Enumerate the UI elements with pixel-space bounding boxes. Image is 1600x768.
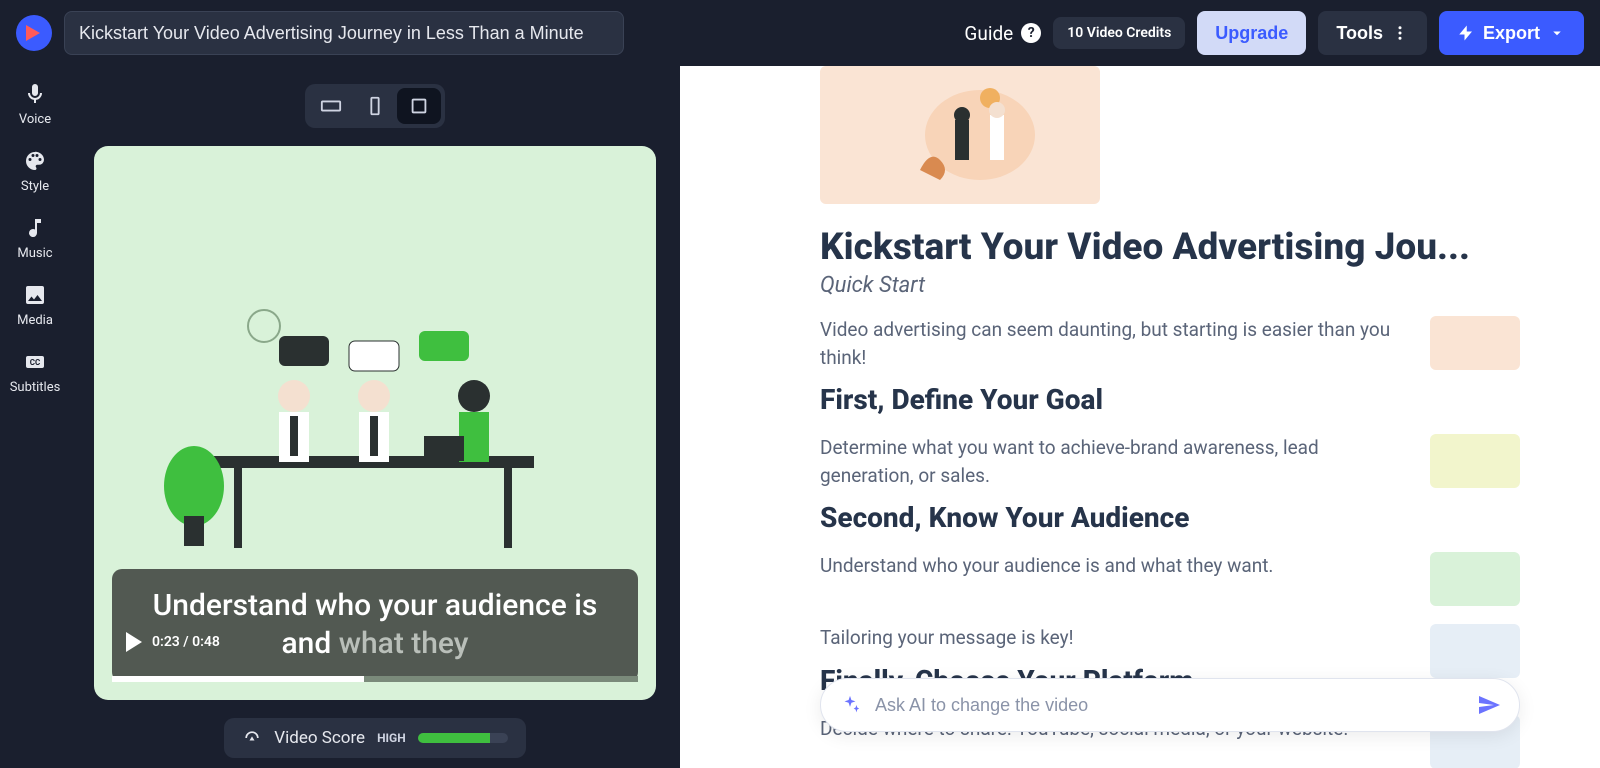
sidebar-item-label: Style [21, 179, 49, 194]
sidebar-item-label: Media [17, 313, 53, 328]
bolt-icon [1457, 24, 1475, 42]
aspect-ratio-toggle [305, 84, 445, 128]
credits-chip[interactable]: 10 Video Credits [1053, 17, 1185, 49]
preview-illustration [144, 286, 604, 586]
section-body: Video advertising can seem daunting, but… [820, 316, 1406, 371]
gauge-icon [242, 728, 262, 748]
guide-button[interactable]: Guide ? [964, 22, 1041, 45]
tools-button[interactable]: Tools [1318, 11, 1427, 55]
content-title: Kickstart Your Video Advertising Jou... [820, 226, 1520, 269]
preview-pane: Understand who your audience is and what… [70, 66, 680, 768]
content-section[interactable]: Determine what you want to achieve-brand… [820, 434, 1520, 534]
progress-bar[interactable] [112, 676, 638, 682]
ai-prompt-input[interactable] [875, 695, 1463, 716]
sidebar-item-label: Subtitles [10, 380, 61, 395]
mic-icon [23, 82, 47, 106]
export-label: Export [1483, 23, 1540, 44]
sidebar-item-label: Voice [19, 112, 51, 127]
image-icon [23, 283, 47, 307]
more-vertical-icon [1391, 24, 1409, 42]
section-thumbnail[interactable] [1430, 316, 1520, 370]
project-title-input[interactable] [64, 11, 624, 55]
content-pane: Kickstart Your Video Advertising Jou... … [680, 66, 1600, 768]
sidebar-item-label: Music [17, 246, 52, 261]
aspect-landscape-button[interactable] [309, 88, 353, 124]
section-body: Tailoring your message is key! [820, 624, 1406, 652]
palette-icon [23, 149, 47, 173]
sidebar-item-media[interactable]: Media [17, 283, 53, 328]
video-score-chip[interactable]: Video Score HIGH [224, 718, 525, 758]
aspect-portrait-button[interactable] [353, 88, 397, 124]
content-section[interactable]: Video advertising can seem daunting, but… [820, 316, 1520, 416]
help-icon: ? [1021, 23, 1041, 43]
svg-text:CC: CC [30, 358, 40, 367]
section-body: Understand who your audience is and what… [820, 552, 1406, 580]
score-badge: HIGH [377, 731, 406, 745]
sidebar-item-voice[interactable]: Voice [19, 82, 51, 127]
sidebar-item-subtitles[interactable]: CC Subtitles [10, 350, 61, 395]
score-bar [418, 733, 508, 743]
send-icon[interactable] [1477, 693, 1501, 717]
music-icon [23, 216, 47, 240]
play-button[interactable] [126, 632, 142, 652]
score-label: Video Score [274, 728, 365, 748]
hero-illustration-icon [860, 80, 1060, 190]
section-thumbnail[interactable] [1430, 434, 1520, 488]
section-heading: First, Define Your Goal [820, 383, 1406, 416]
time-display: 0:23 / 0:48 [152, 634, 220, 650]
caption-overlay: Understand who your audience is and what… [112, 569, 638, 682]
upgrade-button[interactable]: Upgrade [1197, 11, 1306, 55]
export-button[interactable]: Export [1439, 11, 1584, 55]
aspect-square-button[interactable] [397, 88, 441, 124]
sidebar-item-style[interactable]: Style [21, 149, 49, 194]
guide-label: Guide [964, 22, 1013, 45]
portrait-icon [364, 95, 386, 117]
topbar: Guide ? 10 Video Credits Upgrade Tools E… [0, 0, 1600, 66]
landscape-icon [320, 95, 342, 117]
hero-thumbnail[interactable] [820, 66, 1100, 204]
square-icon [408, 95, 430, 117]
left-sidebar: Voice Style Music Media CC Subtitles [0, 66, 70, 768]
section-heading: Second, Know Your Audience [820, 501, 1406, 534]
section-body: Determine what you want to achieve-brand… [820, 434, 1406, 489]
tools-label: Tools [1336, 23, 1383, 44]
app-logo [16, 15, 52, 51]
section-thumbnail[interactable] [1430, 552, 1520, 606]
sidebar-item-music[interactable]: Music [17, 216, 52, 261]
chevron-down-icon [1548, 24, 1566, 42]
content-section[interactable]: Understand who your audience is and what… [820, 552, 1520, 606]
video-preview[interactable]: Understand who your audience is and what… [94, 146, 656, 700]
ai-prompt-bar [820, 678, 1520, 732]
cc-icon: CC [23, 350, 47, 374]
content-subtitle: Quick Start [820, 273, 1520, 298]
section-thumbnail[interactable] [1430, 624, 1520, 678]
sparkle-icon [839, 694, 861, 716]
